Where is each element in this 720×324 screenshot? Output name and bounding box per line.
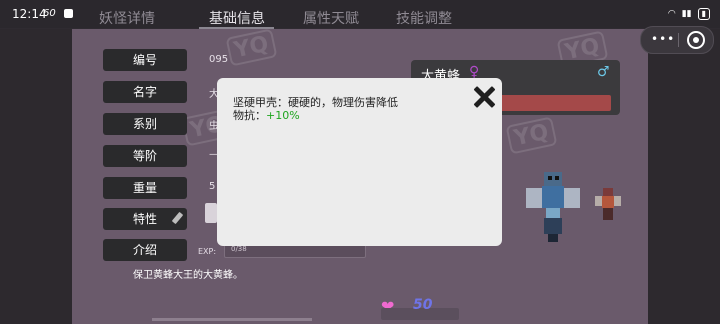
system-label: 系别 xyxy=(103,113,187,135)
watermark-logo: YQ xyxy=(505,116,558,155)
more-menu-icon[interactable]: ••• xyxy=(651,32,675,46)
tab-basic-info[interactable]: 基础信息 xyxy=(209,8,265,28)
pencil-icon[interactable] xyxy=(171,211,184,225)
trait-button[interactable]: 特性 xyxy=(103,208,187,230)
id-value: 095 xyxy=(209,54,229,65)
tab-attribute-talent[interactable]: 属性天赋 xyxy=(303,8,359,28)
weight-value: 5 xyxy=(209,181,216,192)
trait-slot[interactable] xyxy=(205,203,217,223)
tab-monster-detail[interactable]: 妖怪详情 xyxy=(99,8,155,28)
scroll-indicator xyxy=(152,318,312,321)
watermark-logo: YQ xyxy=(225,29,278,67)
tab-skill-adjust[interactable]: 技能调整 xyxy=(396,8,452,28)
name-label: 名字 xyxy=(103,81,187,103)
wifi-icon: ◠ xyxy=(667,9,676,19)
status-icons: ◠ ▮▮ ▮ xyxy=(668,8,710,20)
affection-value: 50 xyxy=(413,297,433,313)
trait-label: 特性 xyxy=(132,212,157,226)
male-gender-icon[interactable]: ♂ xyxy=(597,64,610,80)
capsule-divider xyxy=(678,33,679,47)
intro-label: 介绍 xyxy=(103,239,187,261)
id-label: 编号 xyxy=(103,49,187,71)
right-margin xyxy=(648,29,720,324)
miniprogram-capsule: ••• xyxy=(640,26,714,54)
close-icon[interactable] xyxy=(471,84,497,110)
network-speed: 60 xyxy=(43,8,56,19)
hornet-sprite xyxy=(526,172,580,242)
trait-stat: 物抗：+10% xyxy=(233,107,300,123)
left-margin xyxy=(0,29,72,324)
level-label: 等阶 xyxy=(103,145,187,167)
trait-popup: 坚硬甲壳：硬硬的，物理伤害降低 物抗：+10% xyxy=(217,78,502,246)
exp-label: EXP: xyxy=(198,247,217,256)
monster-description: 保卫黄蜂大王的大黄蜂。 xyxy=(133,270,243,281)
weight-label: 重量 xyxy=(103,177,187,199)
stat-value: +10% xyxy=(266,109,300,122)
notification-icon xyxy=(64,9,73,18)
status-time: 12:14 xyxy=(12,7,47,21)
signal-icon: ▮▮ xyxy=(681,9,692,19)
close-miniprogram-icon[interactable] xyxy=(687,31,705,49)
small-hornet-sprite xyxy=(595,188,621,220)
stat-label: 物抗： xyxy=(233,109,266,122)
battery-icon: ▮ xyxy=(697,8,710,20)
exp-value: 0/38 xyxy=(231,245,247,253)
